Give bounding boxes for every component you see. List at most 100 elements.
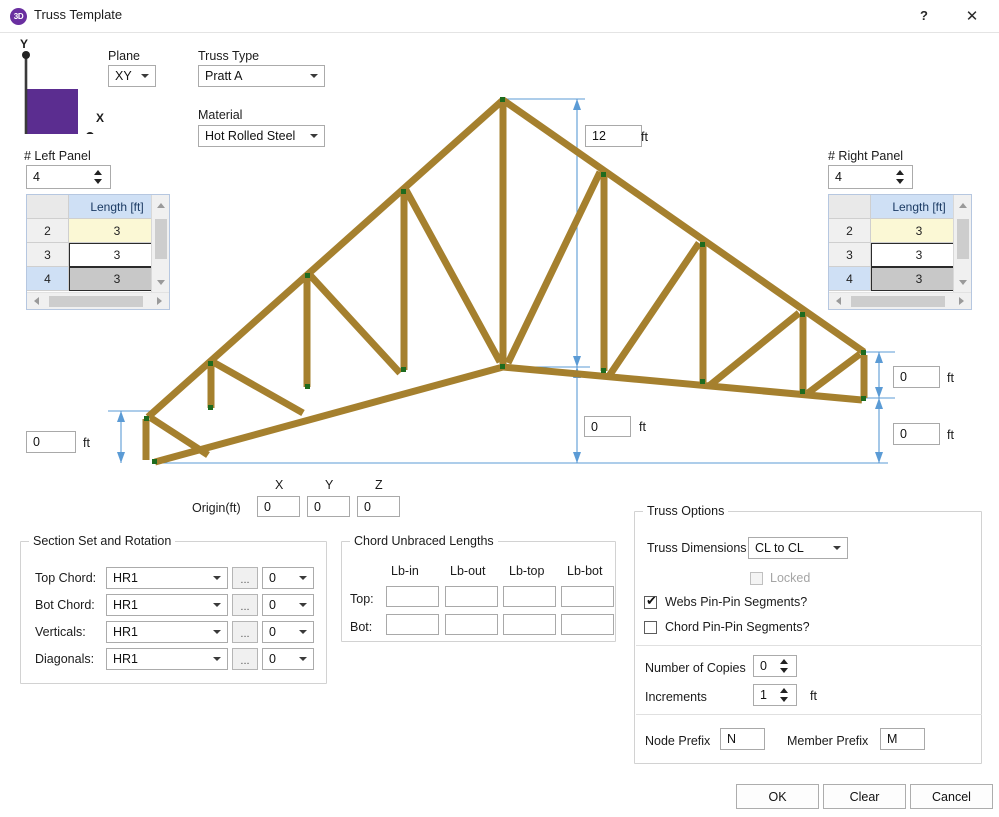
table-row[interactable]: 4 3 xyxy=(829,267,967,291)
row-index: 3 xyxy=(27,243,69,267)
left-panel-count-value: 4 xyxy=(33,170,40,184)
top-lb-bot-input[interactable] xyxy=(561,586,614,607)
scroll-down-icon[interactable] xyxy=(157,280,165,285)
peak-height-input[interactable]: 12 xyxy=(585,125,642,147)
stepper-down-icon[interactable] xyxy=(94,179,102,184)
stepper-up-icon[interactable] xyxy=(94,170,102,175)
row-index: 4 xyxy=(829,267,871,291)
bot-chord-browse-button[interactable]: ... xyxy=(232,594,258,616)
table-row[interactable]: 2 3 xyxy=(27,219,165,243)
left-panel-table[interactable]: Length [ft] 2 3 3 3 4 3 xyxy=(26,194,170,310)
webs-pin-pin-label[interactable]: Webs Pin-Pin Segments? xyxy=(665,595,807,609)
diagonals-section-select[interactable]: HR1 xyxy=(106,648,228,670)
scroll-up-icon[interactable] xyxy=(959,203,967,208)
clear-button[interactable]: Clear xyxy=(823,784,906,809)
increments-label: Increments xyxy=(645,690,707,704)
truss-dimensions-select[interactable]: CL to CL xyxy=(748,537,848,559)
table-row[interactable]: 4 3 xyxy=(27,267,165,291)
origin-z-input[interactable]: 0 xyxy=(357,496,400,517)
copies-stepper[interactable]: 0 xyxy=(753,655,797,677)
material-value: Hot Rolled Steel xyxy=(205,129,295,143)
scroll-left-icon[interactable] xyxy=(34,297,39,305)
increments-stepper[interactable]: 1 xyxy=(753,684,797,706)
truss-type-select[interactable]: Pratt A xyxy=(198,65,325,87)
verticals-rotation-select[interactable]: 0 xyxy=(262,621,314,643)
bot-lb-in-input[interactable] xyxy=(386,614,439,635)
member-prefix-input[interactable]: M xyxy=(880,728,925,750)
scroll-thumb[interactable] xyxy=(851,296,945,307)
table-vertical-scrollbar[interactable] xyxy=(953,195,971,293)
node-prefix-value: N xyxy=(727,732,736,746)
origin-label: Origin(ft) xyxy=(192,501,241,515)
bot-row-label: Bot: xyxy=(350,620,372,634)
top-chord-rotation-select[interactable]: 0 xyxy=(262,567,314,589)
scroll-thumb[interactable] xyxy=(957,219,969,259)
center-height-input[interactable]: 0 xyxy=(584,416,631,437)
table-horizontal-scrollbar[interactable] xyxy=(27,292,169,309)
plane-select[interactable]: XY xyxy=(108,65,156,87)
top-lb-out-input[interactable] xyxy=(445,586,498,607)
top-lb-in-input[interactable] xyxy=(386,586,439,607)
right-panel-count-stepper[interactable]: 4 xyxy=(828,165,913,189)
top-chord-section-select[interactable]: HR1 xyxy=(106,567,228,589)
top-row-label: Top: xyxy=(350,592,374,606)
chevron-down-icon xyxy=(213,603,221,607)
scroll-right-icon[interactable] xyxy=(157,297,162,305)
close-button[interactable]: ✕ xyxy=(949,0,995,31)
scroll-left-icon[interactable] xyxy=(836,297,841,305)
material-select[interactable]: Hot Rolled Steel xyxy=(198,125,325,147)
cancel-button[interactable]: Cancel xyxy=(910,784,993,809)
truss-type-value: Pratt A xyxy=(205,69,243,83)
table-row[interactable]: 2 3 xyxy=(829,219,967,243)
verticals-rotation-value: 0 xyxy=(269,625,276,639)
verticals-browse-button[interactable]: ... xyxy=(232,621,258,643)
ok-button[interactable]: OK xyxy=(736,784,819,809)
origin-y-input[interactable]: 0 xyxy=(307,496,350,517)
chevron-down-icon xyxy=(310,74,318,78)
stepper-down-icon[interactable] xyxy=(780,697,788,702)
node-prefix-label: Node Prefix xyxy=(645,734,710,748)
right-panel-table[interactable]: Length [ft] 2 3 3 3 4 3 xyxy=(828,194,972,310)
chevron-down-icon xyxy=(141,74,149,78)
help-button[interactable]: ? xyxy=(901,0,947,31)
stepper-up-icon[interactable] xyxy=(896,170,904,175)
scroll-thumb[interactable] xyxy=(155,219,167,259)
right-lower-input[interactable]: 0 xyxy=(893,423,940,445)
stepper-up-icon[interactable] xyxy=(780,659,788,664)
scroll-thumb[interactable] xyxy=(49,296,143,307)
chord-pin-pin-checkbox[interactable] xyxy=(644,621,657,634)
stepper-up-icon[interactable] xyxy=(780,688,788,693)
left-panel-count-stepper[interactable]: 4 xyxy=(26,165,111,189)
chord-unbraced-title: Chord Unbraced Lengths xyxy=(350,534,498,548)
origin-x-input[interactable]: 0 xyxy=(257,496,300,517)
table-row[interactable]: 3 3 xyxy=(27,243,165,267)
chevron-down-icon xyxy=(213,657,221,661)
bot-lb-bot-input[interactable] xyxy=(561,614,614,635)
top-chord-browse-button[interactable]: ... xyxy=(232,567,258,589)
stepper-down-icon[interactable] xyxy=(780,668,788,673)
table-row[interactable]: 3 3 xyxy=(829,243,967,267)
bot-chord-section-select[interactable]: HR1 xyxy=(106,594,228,616)
bot-chord-rotation-select[interactable]: 0 xyxy=(262,594,314,616)
table-horizontal-scrollbar[interactable] xyxy=(829,292,971,309)
diagonals-section-value: HR1 xyxy=(113,652,138,666)
diagonals-browse-button[interactable]: ... xyxy=(232,648,258,670)
right-upper-input[interactable]: 0 xyxy=(893,366,940,388)
bot-lb-out-input[interactable] xyxy=(445,614,498,635)
diagonals-rotation-select[interactable]: 0 xyxy=(262,648,314,670)
verticals-section-select[interactable]: HR1 xyxy=(106,621,228,643)
bot-lb-top-input[interactable] xyxy=(503,614,556,635)
truss-type-label: Truss Type xyxy=(198,49,259,63)
chord-pin-pin-label[interactable]: Chord Pin-Pin Segments? xyxy=(665,620,810,634)
left-height-input[interactable]: 0 xyxy=(26,431,76,453)
top-lb-top-input[interactable] xyxy=(503,586,556,607)
scroll-right-icon[interactable] xyxy=(959,297,964,305)
stepper-down-icon[interactable] xyxy=(896,179,904,184)
right-panel-label: # Right Panel xyxy=(828,149,903,163)
node-prefix-input[interactable]: N xyxy=(720,728,765,750)
scroll-up-icon[interactable] xyxy=(157,203,165,208)
webs-pin-pin-checkbox[interactable]: ✔ xyxy=(644,596,657,609)
table-vertical-scrollbar[interactable] xyxy=(151,195,169,293)
scroll-down-icon[interactable] xyxy=(959,280,967,285)
chevron-down-icon xyxy=(299,630,307,634)
